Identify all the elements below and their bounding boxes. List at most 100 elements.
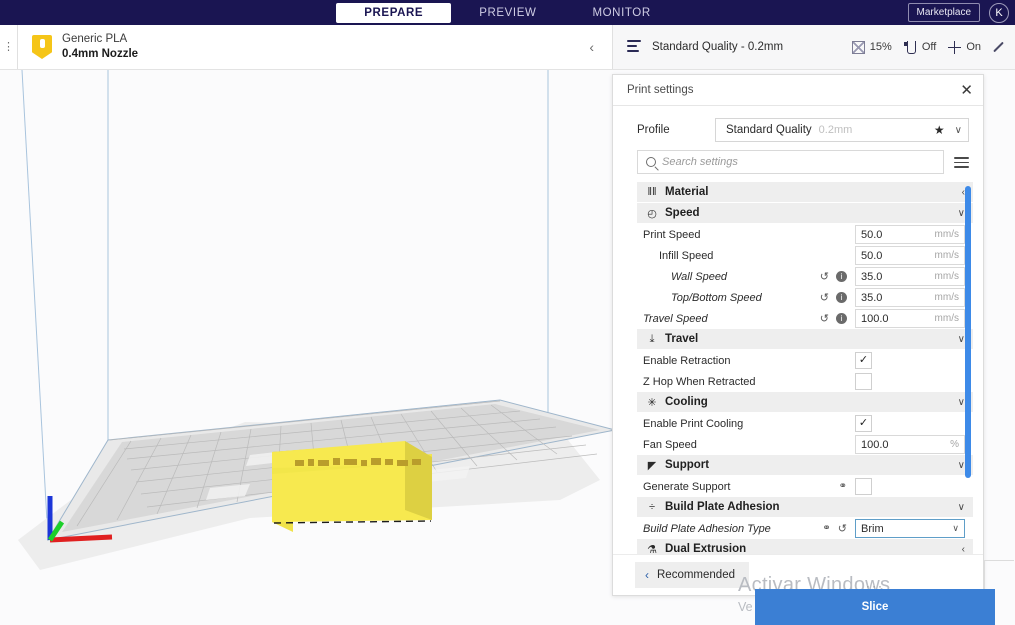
category-label: Speed — [665, 207, 700, 220]
material-category-icon: ‖‖ — [647, 186, 657, 199]
dropdown-build-plate-adhesion-type[interactable]: Brim ∨ — [855, 519, 965, 539]
recommended-mode-button[interactable]: ‹ Recommended — [635, 561, 749, 588]
revert-icon[interactable]: ↺ — [820, 312, 829, 325]
recommended-label: Recommended — [657, 568, 735, 581]
print-setup-selector[interactable]: Standard Quality - 0.2mm 15% Off On — [612, 25, 1015, 69]
setting-row-top-bottom-speed: Top/Bottom Speed ↺ i 35.0 mm/s — [637, 287, 973, 309]
slice-button[interactable]: ··· Slice — [755, 579, 995, 625]
checkbox-enable-retraction[interactable]: ✓ — [855, 352, 872, 370]
settings-category-cooling[interactable]: ✳ Cooling ∨ — [637, 392, 973, 414]
value-text: 100.0 — [861, 438, 889, 451]
settings-visibility-menu-icon[interactable] — [954, 154, 969, 171]
marketplace-button[interactable]: Marketplace — [907, 3, 980, 22]
category-label: Cooling — [665, 396, 708, 409]
edit-pencil-icon[interactable] — [991, 40, 1005, 54]
star-icon[interactable]: ★ — [934, 123, 945, 137]
value-unit: mm/s — [934, 229, 959, 241]
value-input-wall-speed[interactable]: 35.0 mm/s — [855, 267, 965, 287]
settings-category-dual-extrusion[interactable]: ⚗ Dual Extrusion ‹ — [637, 539, 973, 554]
value-unit: mm/s — [934, 271, 959, 283]
value-input-top-bottom-speed[interactable]: 35.0 mm/s — [855, 288, 965, 308]
value-unit: mm/s — [934, 313, 959, 325]
build-plate-render — [18, 70, 616, 570]
profile-variant: 0.2mm — [818, 124, 853, 137]
category-chevron-icon: ∨ — [957, 207, 965, 219]
drag-handle-icon[interactable]: ··· — [866, 579, 884, 593]
profile-label: Profile — [637, 124, 670, 137]
search-icon — [646, 157, 656, 168]
setting-icons: ↺ i — [820, 270, 847, 283]
settings-category-build-plate-adhesion[interactable]: ÷ Build Plate Adhesion ∨ — [637, 497, 973, 519]
info-icon[interactable]: i — [836, 271, 847, 283]
info-icon[interactable]: i — [836, 313, 847, 325]
build-volume — [0, 70, 616, 625]
configuration-bar: ⋮ Generic PLA 0.4mm Nozzle ‹ Standard Qu… — [0, 25, 1015, 70]
quality-layers-icon — [627, 39, 643, 55]
chevron-down-icon: ∨ — [952, 523, 959, 534]
value-input-print-speed[interactable]: 50.0 mm/s — [855, 225, 965, 245]
stage-tab-preview[interactable]: PREVIEW — [451, 3, 564, 23]
profile-dropdown[interactable]: Standard Quality 0.2mm ★ ∨ — [715, 118, 969, 143]
category-label: Build Plate Adhesion — [665, 501, 780, 514]
value-text: 50.0 — [861, 249, 883, 262]
settings-scroll-area[interactable]: ‖‖ Material ‹ ◴ Speed ∨ Print Speed 50.0 mm/s Inf… — [637, 182, 973, 554]
print-settings-panel: Print settings ✕ Profile Standard Qualit… — [612, 74, 984, 596]
infill-icon — [851, 40, 865, 54]
value-text: 35.0 — [861, 291, 883, 304]
checkbox-slot: ✓ — [855, 415, 965, 433]
avatar[interactable]: K — [989, 2, 1009, 23]
support-value: Off — [921, 41, 937, 53]
link-icon[interactable]: ⚭ — [839, 481, 847, 492]
setting-row-infill-speed: Infill Speed 50.0 mm/s — [637, 245, 973, 267]
setting-row-wall-speed: Wall Speed ↺ i 35.0 mm/s — [637, 266, 973, 288]
search-row — [613, 150, 983, 182]
setting-label-print-speed: Print Speed — [643, 228, 701, 241]
setting-icons: ↺ i — [820, 291, 847, 304]
settings-category-travel[interactable]: ⤓ Travel ∨ — [637, 329, 973, 351]
settings-category-speed[interactable]: ◴ Speed ∨ — [637, 203, 973, 225]
adhesion-summary: On — [948, 40, 981, 54]
settings-category-material[interactable]: ‖‖ Material ‹ — [637, 182, 973, 204]
search-input[interactable] — [662, 156, 935, 169]
category-label: Travel — [665, 333, 699, 346]
revert-icon[interactable]: ↺ — [820, 291, 829, 304]
setting-label-enable-retraction: Enable Retraction — [643, 354, 731, 367]
info-icon[interactable]: i — [836, 292, 847, 304]
category-chevron-icon: ∨ — [957, 459, 965, 471]
value-input-infill-speed[interactable]: 50.0 mm/s — [855, 246, 965, 266]
revert-icon[interactable]: ↺ — [820, 270, 829, 283]
category-chevron-icon: ‹ — [961, 543, 965, 554]
search-settings-box[interactable] — [637, 150, 944, 175]
setting-label-enable-print-cooling: Enable Print Cooling — [643, 417, 744, 430]
checkbox-generate-support[interactable] — [855, 478, 872, 496]
application-top-bar: PREPARE PREVIEW MONITOR Marketplace K — [0, 0, 1015, 25]
top-bar-right-group: Marketplace K — [907, 0, 1009, 25]
revert-icon[interactable]: ↺ — [838, 522, 847, 535]
stage-tab-prepare[interactable]: PREPARE — [336, 2, 452, 23]
stage-tab-monitor[interactable]: MONITOR — [564, 3, 678, 23]
settings-category-support[interactable]: ◤ Support ∨ — [637, 455, 973, 477]
category-chevron-icon: ∨ — [957, 396, 965, 408]
stage-tab-group: PREPARE PREVIEW MONITOR — [336, 2, 679, 23]
settings-scrollbar[interactable] — [965, 186, 971, 479]
value-input-travel-speed[interactable]: 100.0 mm/s — [855, 309, 965, 329]
value-input-fan-speed[interactable]: 100.0% — [855, 435, 965, 455]
category-label: Support — [665, 459, 710, 472]
chevron-left-icon[interactable]: ‹ — [589, 39, 594, 55]
setting-icons: ⚭ — [839, 481, 847, 492]
material-text-group: Generic PLA 0.4mm Nozzle — [62, 32, 138, 62]
close-icon[interactable]: ✕ — [960, 83, 973, 98]
setting-icons: ⚭ ↺ — [822, 522, 847, 535]
value-text: 50.0 — [861, 228, 883, 241]
category-chevron-icon: ∨ — [957, 501, 965, 513]
check-icon: ✓ — [858, 354, 869, 367]
link-icon[interactable]: ⚭ — [822, 523, 830, 534]
checkbox-enable-print-cooling[interactable]: ✓ — [855, 415, 872, 433]
infill-value: 15% — [869, 41, 892, 53]
material-name: Generic PLA — [62, 33, 128, 46]
tool-panel-edge[interactable]: ⋮ — [0, 25, 18, 69]
checkbox-z-hop-when-retracted[interactable] — [855, 373, 872, 391]
chevron-down-icon: ∨ — [954, 124, 962, 136]
slice-button-label: Slice — [861, 601, 889, 613]
machine-material-selector[interactable]: Generic PLA 0.4mm Nozzle ‹ — [18, 25, 612, 69]
